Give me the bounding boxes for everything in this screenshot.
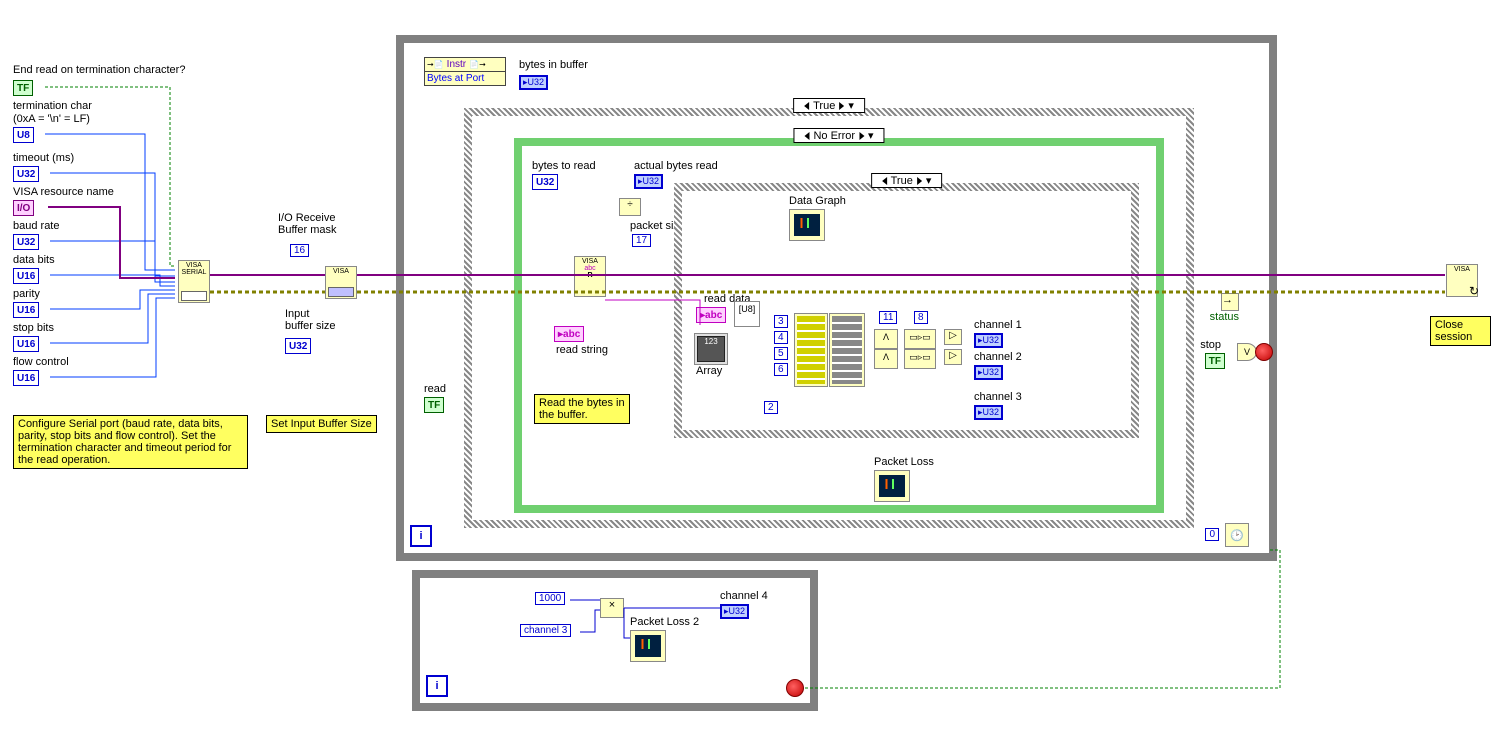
divide-node[interactable]: ÷ xyxy=(619,198,641,216)
parity-terminal[interactable]: U16 xyxy=(13,302,39,318)
ch3-label: channel 3 xyxy=(974,391,1022,403)
ch2-ind: ▸U32 xyxy=(974,365,1003,380)
ch3-ind: ▸U32 xyxy=(974,405,1003,420)
stopbits-label: stop bits xyxy=(13,322,54,334)
case-outer-selector[interactable]: True▾ xyxy=(793,98,865,113)
actual-bytes-read-indicator: ▸U32 xyxy=(634,174,663,189)
array-constant[interactable]: 123 xyxy=(694,333,728,365)
wait-ms-node[interactable]: 🕑 xyxy=(1225,523,1249,547)
loop-stop-condition[interactable] xyxy=(1255,343,1273,361)
convert-b[interactable]: ▷ xyxy=(944,349,962,365)
timeout-label: timeout (ms) xyxy=(13,152,74,164)
while-loop-iterator: i xyxy=(410,525,432,547)
read-bytes-comment: Read the bytes in the buffer. xyxy=(534,394,630,424)
idx-8[interactable]: 8 xyxy=(914,311,928,324)
packet-size-const[interactable]: 17 xyxy=(632,234,651,247)
unbundle-status-node[interactable]: → xyxy=(1221,293,1239,311)
parity-label: parity xyxy=(13,288,40,300)
join-b[interactable]: Λ xyxy=(874,349,898,369)
read-label: read xyxy=(424,383,446,395)
input-buf-size-label: Input buffer size xyxy=(285,308,336,332)
convert-a[interactable]: ▷ xyxy=(944,329,962,345)
visa-res-terminal[interactable]: I/O xyxy=(13,200,34,216)
ch1-label: channel 1 xyxy=(974,319,1022,331)
local-ch3[interactable]: channel 3 xyxy=(520,624,571,637)
stopbits-terminal[interactable]: U16 xyxy=(13,336,39,352)
index-array-node[interactable] xyxy=(794,313,828,387)
shift-b[interactable]: ▭▹▭ xyxy=(904,349,936,369)
packet-loss-indicator xyxy=(874,470,910,502)
const-1000[interactable]: 1000 xyxy=(535,592,565,605)
flowctrl-label: flow control xyxy=(13,356,69,368)
read-string-terminal: ▸abc xyxy=(554,326,584,342)
status-label: status xyxy=(1210,311,1239,323)
secondary-iterator: i xyxy=(426,675,448,697)
case-inner-selector[interactable]: True▾ xyxy=(871,173,943,188)
databits-label: data bits xyxy=(13,254,55,266)
case-outer-true: True▾ No Error▾ bytes to read U32 actual… xyxy=(464,108,1194,528)
array-label: Array xyxy=(696,365,722,377)
packet-loss-label: Packet Loss xyxy=(874,456,934,468)
data-graph-indicator xyxy=(789,209,825,241)
stop-terminal[interactable]: TF xyxy=(1205,353,1225,369)
visa-read-node[interactable]: VISAabcR xyxy=(574,256,606,297)
packet-loss-2-indicator xyxy=(630,630,666,662)
bytes-in-buffer-indicator: ▸U32 xyxy=(519,75,548,90)
idx-2[interactable]: 2 xyxy=(764,401,778,414)
databits-terminal[interactable]: U16 xyxy=(13,268,39,284)
end-read-label: End read on termination character? xyxy=(13,64,185,76)
ch2-label: channel 2 xyxy=(974,351,1022,363)
close-session-comment: Close session xyxy=(1430,316,1491,346)
visa-res-label: VISA resource name xyxy=(13,186,114,198)
configure-comment: Configure Serial port (baud rate, data b… xyxy=(13,415,248,469)
case-noerror: No Error▾ bytes to read U32 actual bytes… xyxy=(514,138,1164,513)
ch1-ind: ▸U32 xyxy=(974,333,1003,348)
zero-const[interactable]: 0 xyxy=(1205,528,1219,541)
data-graph-label: Data Graph xyxy=(789,195,846,207)
stop-label: stop xyxy=(1200,339,1221,351)
visa-close-node[interactable]: VISA↻ xyxy=(1446,264,1478,297)
cluster-bundle-node[interactable] xyxy=(829,313,865,387)
secondary-stop-condition[interactable] xyxy=(786,679,804,697)
io-buf-mask-const[interactable]: 16 xyxy=(290,244,309,257)
read-string-label: read string xyxy=(556,344,608,356)
io-buf-mask-label: I/O Receive Buffer mask xyxy=(278,212,337,236)
shift-a[interactable]: ▭▹▭ xyxy=(904,329,936,349)
secondary-while-loop: i 1000 channel 3 × Packet Loss 2 channel… xyxy=(412,570,818,711)
packet-loss-2-label: Packet Loss 2 xyxy=(630,616,699,628)
idx-3[interactable]: 3 xyxy=(774,315,788,328)
bytes-to-read-terminal[interactable]: U32 xyxy=(532,174,558,190)
string-to-u8array-node[interactable]: [U8] xyxy=(734,301,760,327)
multiply-node[interactable]: × xyxy=(600,598,624,618)
read-data-terminal: ▸abc xyxy=(696,307,726,323)
flowctrl-terminal[interactable]: U16 xyxy=(13,370,39,386)
idx-5[interactable]: 5 xyxy=(774,347,788,360)
bytes-in-buffer-label: bytes in buffer xyxy=(519,59,588,71)
case-noerror-selector[interactable]: No Error▾ xyxy=(793,128,884,143)
idx-4[interactable]: 4 xyxy=(774,331,788,344)
end-read-terminal[interactable]: TF xyxy=(13,80,33,96)
visa-set-buffer-node[interactable]: VISA xyxy=(325,266,357,299)
idx-6[interactable]: 6 xyxy=(774,363,788,376)
ch4-label: channel 4 xyxy=(720,590,768,602)
baud-terminal[interactable]: U32 xyxy=(13,234,39,250)
term-char-label1: termination char xyxy=(13,100,92,112)
set-buffer-comment: Set Input Buffer Size xyxy=(266,415,377,433)
or-gate[interactable]: V xyxy=(1237,343,1257,361)
ch4-indicator: ▸U32 xyxy=(720,604,749,619)
idx-11[interactable]: 11 xyxy=(879,311,897,324)
case-inner-true: True▾ Data Graph read data ▸abc [U8] 123… xyxy=(674,183,1139,438)
read-terminal[interactable]: TF xyxy=(424,397,444,413)
term-char-label2: (0xA = '\n' = LF) xyxy=(13,113,90,125)
actual-bytes-read-label: actual bytes read xyxy=(634,160,718,172)
input-buf-size-terminal[interactable]: U32 xyxy=(285,338,311,354)
join-a[interactable]: Λ xyxy=(874,329,898,349)
main-while-loop: i 0 🕑 ➞📄 Instr 📄➞ Bytes at Port bytes in… xyxy=(396,35,1277,561)
term-char-terminal[interactable]: U8 xyxy=(13,127,34,143)
timeout-terminal[interactable]: U32 xyxy=(13,166,39,182)
visa-property-node[interactable]: ➞📄 Instr 📄➞ Bytes at Port xyxy=(424,57,506,86)
baud-label: baud rate xyxy=(13,220,59,232)
bytes-to-read-label: bytes to read xyxy=(532,160,596,172)
visa-serial-config-node[interactable]: VISASERIAL xyxy=(178,260,210,303)
